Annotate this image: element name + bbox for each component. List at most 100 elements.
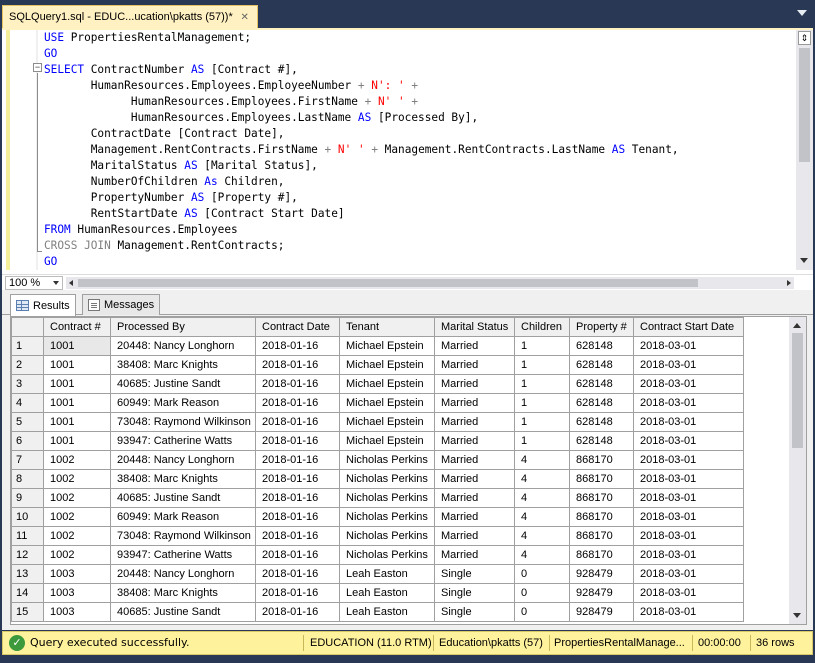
tab-sqlquery1[interactable]: SQLQuery1.sql - EDUC...ucation\pkatts (5… bbox=[2, 5, 258, 28]
grid-cell[interactable]: 2018-03-01 bbox=[633, 412, 744, 432]
table-row[interactable]: 4 1001 60949: Mark Reason 2018-01-16 Michael… bbox=[11, 393, 744, 413]
scroll-down-icon[interactable] bbox=[793, 613, 801, 618]
row-number[interactable]: 3 bbox=[11, 374, 44, 394]
grid-cell[interactable]: 2018-01-16 bbox=[255, 602, 340, 622]
grid-cell[interactable]: 2018-01-16 bbox=[255, 507, 340, 527]
scrollbar-thumb[interactable] bbox=[792, 333, 803, 448]
grid-cell[interactable]: 2018-01-16 bbox=[255, 583, 340, 603]
grid-cell[interactable]: 868170 bbox=[569, 526, 634, 546]
grid-cell[interactable]: Married bbox=[434, 450, 515, 470]
tab-results[interactable]: Results bbox=[10, 294, 76, 316]
editor-horizontal-scrollbar[interactable] bbox=[66, 277, 794, 289]
grid-cell[interactable]: Nicholas Perkins bbox=[339, 450, 435, 470]
grid-cell[interactable]: 628148 bbox=[569, 431, 634, 451]
grid-cell[interactable]: 2018-03-01 bbox=[633, 450, 744, 470]
grid-cell[interactable]: Michael Epstein bbox=[339, 355, 435, 375]
grid-cell[interactable]: 628148 bbox=[569, 336, 634, 356]
grid-cell[interactable]: 93947: Catherine Watts bbox=[110, 431, 256, 451]
grid-corner[interactable] bbox=[11, 317, 44, 337]
column-header[interactable]: Property # bbox=[569, 317, 634, 337]
grid-cell[interactable]: Married bbox=[434, 526, 515, 546]
code-line[interactable]: PropertyNumber AS [Property #], bbox=[44, 190, 792, 206]
code-line[interactable]: Management.RentContracts.FirstName + N' … bbox=[44, 142, 792, 158]
grid-cell[interactable]: Michael Epstein bbox=[339, 374, 435, 394]
grid-cell[interactable]: 4 bbox=[514, 507, 570, 527]
chevron-down-icon[interactable] bbox=[797, 10, 807, 16]
split-icon[interactable]: ⇕ bbox=[798, 31, 811, 45]
code-line[interactable]: MaritalStatus AS [Marital Status], bbox=[44, 158, 792, 174]
table-row[interactable]: 14 1003 38408: Marc Knights 2018-01-16 Leah … bbox=[11, 583, 744, 603]
grid-cell[interactable]: Leah Easton bbox=[339, 602, 435, 622]
grid-cell[interactable]: Leah Easton bbox=[339, 583, 435, 603]
grid-cell[interactable]: 1 bbox=[514, 412, 570, 432]
grid-cell[interactable]: 40685: Justine Sandt bbox=[110, 374, 256, 394]
grid-cell[interactable]: 2018-03-01 bbox=[633, 564, 744, 584]
row-number[interactable]: 9 bbox=[11, 488, 44, 508]
grid-cell[interactable]: 1002 bbox=[43, 469, 111, 489]
table-row[interactable]: 2 1001 38408: Marc Knights 2018-01-16 Michae… bbox=[11, 355, 744, 375]
grid-cell[interactable]: Married bbox=[434, 393, 515, 413]
grid-cell[interactable]: 2018-03-01 bbox=[633, 602, 744, 622]
grid-cell[interactable]: 628148 bbox=[569, 374, 634, 394]
grid-cell[interactable]: 1002 bbox=[43, 526, 111, 546]
scrollbar-thumb[interactable] bbox=[799, 48, 810, 162]
table-row[interactable]: 8 1002 38408: Marc Knights 2018-01-16 Nichol… bbox=[11, 469, 744, 489]
row-number[interactable]: 1 bbox=[11, 336, 44, 356]
column-header[interactable]: Contract Start Date bbox=[633, 317, 744, 337]
column-header[interactable]: Children bbox=[514, 317, 570, 337]
grid-cell[interactable]: 2018-01-16 bbox=[255, 526, 340, 546]
grid-cell[interactable]: 1001 bbox=[43, 393, 111, 413]
grid-cell[interactable]: 2018-01-16 bbox=[255, 469, 340, 489]
grid-cell[interactable]: 73048: Raymond Wilkinson bbox=[110, 526, 256, 546]
grid-cell[interactable]: Michael Epstein bbox=[339, 336, 435, 356]
table-row[interactable]: 10 1002 60949: Mark Reason 2018-01-16 Nichol… bbox=[11, 507, 744, 527]
grid-cell[interactable]: 628148 bbox=[569, 355, 634, 375]
grid-cell[interactable]: 2018-01-16 bbox=[255, 412, 340, 432]
table-row[interactable]: 6 1001 93947: Catherine Watts 2018-01-16 Mic… bbox=[11, 431, 744, 451]
grid-cell[interactable]: Nicholas Perkins bbox=[339, 545, 435, 565]
grid-cell[interactable]: 2018-01-16 bbox=[255, 431, 340, 451]
grid-cell[interactable]: 1 bbox=[514, 393, 570, 413]
code-line[interactable]: GO bbox=[44, 46, 792, 62]
grid-cell[interactable]: 0 bbox=[514, 583, 570, 603]
grid-cell[interactable]: 2018-03-01 bbox=[633, 583, 744, 603]
grid-cell[interactable]: 60949: Mark Reason bbox=[110, 507, 256, 527]
code-line[interactable]: NumberOfChildren As Children, bbox=[44, 174, 792, 190]
grid-cell[interactable]: 40685: Justine Sandt bbox=[110, 488, 256, 508]
grid-cell[interactable]: Married bbox=[434, 488, 515, 508]
grid-cell[interactable]: Single bbox=[434, 564, 515, 584]
grid-cell[interactable]: 2018-01-16 bbox=[255, 450, 340, 470]
grid-cell[interactable]: 4 bbox=[514, 450, 570, 470]
grid-cell[interactable]: Nicholas Perkins bbox=[339, 469, 435, 489]
scroll-down-icon[interactable] bbox=[800, 258, 808, 263]
grid-cell[interactable]: 20448: Nancy Longhorn bbox=[110, 450, 256, 470]
table-row[interactable]: 13 1003 20448: Nancy Longhorn 2018-01-16 Lea… bbox=[11, 564, 744, 584]
grid-cell[interactable]: Married bbox=[434, 355, 515, 375]
grid-cell[interactable]: 4 bbox=[514, 469, 570, 489]
row-number[interactable]: 4 bbox=[11, 393, 44, 413]
grid-cell[interactable]: 4 bbox=[514, 526, 570, 546]
grid-cell[interactable]: Single bbox=[434, 583, 515, 603]
table-row[interactable]: 11 1002 73048: Raymond Wilkinson 2018-01-16… bbox=[11, 526, 744, 546]
grid-cell[interactable]: Nicholas Perkins bbox=[339, 488, 435, 508]
close-icon[interactable]: ✕ bbox=[239, 12, 251, 23]
table-row[interactable]: 1 1001 20448: Nancy Longhorn 2018-01-16 Mich… bbox=[11, 336, 744, 356]
collapse-toggle-icon[interactable]: − bbox=[33, 63, 42, 72]
grid-cell[interactable]: 1001 bbox=[43, 412, 111, 432]
grid-cell[interactable]: 928479 bbox=[569, 583, 634, 603]
scroll-left-icon[interactable] bbox=[69, 280, 73, 286]
code-line[interactable]: HumanResources.Employees.EmployeeNumber … bbox=[44, 78, 792, 94]
grid-cell[interactable]: 1001 bbox=[43, 355, 111, 375]
grid-cell[interactable]: 1002 bbox=[43, 450, 111, 470]
grid-cell[interactable]: Married bbox=[434, 469, 515, 489]
grid-cell[interactable]: 628148 bbox=[569, 412, 634, 432]
results-grid[interactable]: Contract # Processed By Contract Date Tenan… bbox=[10, 316, 807, 625]
row-number[interactable]: 2 bbox=[11, 355, 44, 375]
grid-cell[interactable]: 2018-01-16 bbox=[255, 336, 340, 356]
grid-cell[interactable]: 2018-03-01 bbox=[633, 431, 744, 451]
grid-cell[interactable]: 1 bbox=[514, 355, 570, 375]
code-line[interactable]: HumanResources.Employees.FirstName + N' … bbox=[44, 94, 792, 110]
grid-cell[interactable]: 2018-03-01 bbox=[633, 393, 744, 413]
grid-cell[interactable]: 2018-03-01 bbox=[633, 374, 744, 394]
grid-cell[interactable]: Nicholas Perkins bbox=[339, 526, 435, 546]
